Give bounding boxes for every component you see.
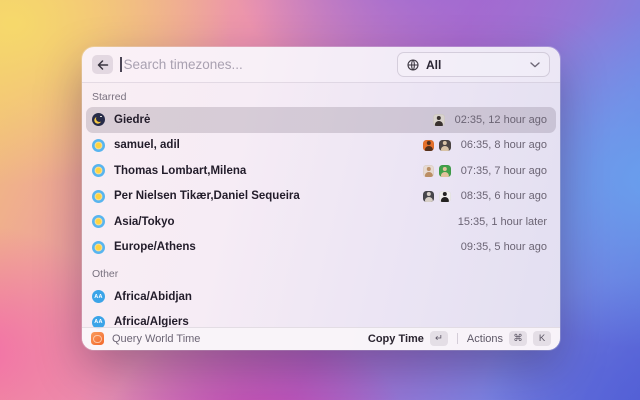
- avatar: [422, 190, 435, 202]
- list-item-per-daniel[interactable]: Per Nielsen Tikær,Daniel Sequeira 08:35,…: [86, 184, 556, 210]
- list-item-europe-athens[interactable]: Europe/Athens 09:35, 5 hour ago: [86, 235, 556, 261]
- section-header-starred: Starred: [92, 91, 127, 103]
- timezone-name: Per Nielsen Tikær,Daniel Sequeira: [114, 190, 300, 203]
- avatar: [422, 165, 435, 177]
- timezone-name: Thomas Lombart,Milena: [114, 164, 247, 177]
- sun-icon: [92, 240, 105, 254]
- launcher-window: All Starred Giedrė 02:35, 12 hour ago sa…: [82, 47, 560, 350]
- sun-icon: [92, 189, 105, 203]
- sun-icon: [92, 164, 105, 178]
- globe-icon: [407, 58, 419, 71]
- avatar: [422, 139, 435, 151]
- cmd-key-badge: ⌘: [509, 331, 527, 347]
- status-bar: Query World Time Copy Time ↵ Actions ⌘ K: [82, 326, 560, 350]
- moon-icon: [92, 113, 105, 127]
- world-time-app-icon: [91, 332, 104, 346]
- section-header-other: Other: [92, 268, 119, 280]
- search-input[interactable]: [121, 57, 397, 72]
- timezone-list: Starred Giedrė 02:35, 12 hour ago samuel…: [82, 83, 560, 335]
- timezone-name: Giedrė: [114, 113, 151, 126]
- arrow-left-icon: [97, 59, 108, 70]
- list-item-africa-abidjan[interactable]: AA Africa/Abidjan: [86, 284, 556, 310]
- avatar: [433, 114, 445, 126]
- actions-button[interactable]: Actions: [467, 333, 503, 345]
- filter-value: All: [426, 57, 442, 72]
- k-key-badge: K: [533, 331, 551, 347]
- back-button[interactable]: [92, 55, 113, 74]
- timezone-name: Asia/Tokyo: [114, 215, 175, 228]
- filter-dropdown[interactable]: All: [397, 52, 550, 77]
- divider: [456, 333, 458, 345]
- list-item-giedre[interactable]: Giedrė 02:35, 12 hour ago: [86, 107, 556, 133]
- list-item-thomas-milena[interactable]: Thomas Lombart,Milena 07:35, 7 hour ago: [86, 158, 556, 184]
- sun-icon: [92, 215, 105, 229]
- timezone-name: Europe/Athens: [114, 241, 196, 254]
- time-label: 06:35, 8 hour ago: [460, 139, 547, 152]
- avatar: [439, 190, 451, 202]
- time-label: 02:35, 12 hour ago: [454, 113, 547, 126]
- list-item-asia-tokyo[interactable]: Asia/Tokyo 15:35, 1 hour later: [86, 209, 556, 235]
- time-label: 15:35, 1 hour later: [457, 215, 547, 228]
- time-label: 08:35, 6 hour ago: [460, 190, 547, 203]
- copy-time-button[interactable]: Copy Time: [368, 333, 424, 345]
- avatar: [439, 165, 451, 177]
- timezone-name: Africa/Abidjan: [114, 290, 192, 303]
- timezone-name: samuel, adil: [114, 139, 180, 152]
- search-bar: All: [82, 47, 560, 83]
- time-label: 09:35, 5 hour ago: [460, 241, 547, 254]
- sun-icon: [92, 138, 105, 152]
- avatar: [439, 139, 451, 151]
- return-key-badge: ↵: [429, 331, 448, 347]
- app-name: Query World Time: [112, 332, 201, 345]
- time-label: 07:35, 7 hour ago: [460, 164, 547, 177]
- chevron-down-icon: [530, 61, 540, 68]
- list-item-samuel-adil[interactable]: samuel, adil 06:35, 8 hour ago: [86, 133, 556, 159]
- initials-icon: AA: [92, 290, 105, 304]
